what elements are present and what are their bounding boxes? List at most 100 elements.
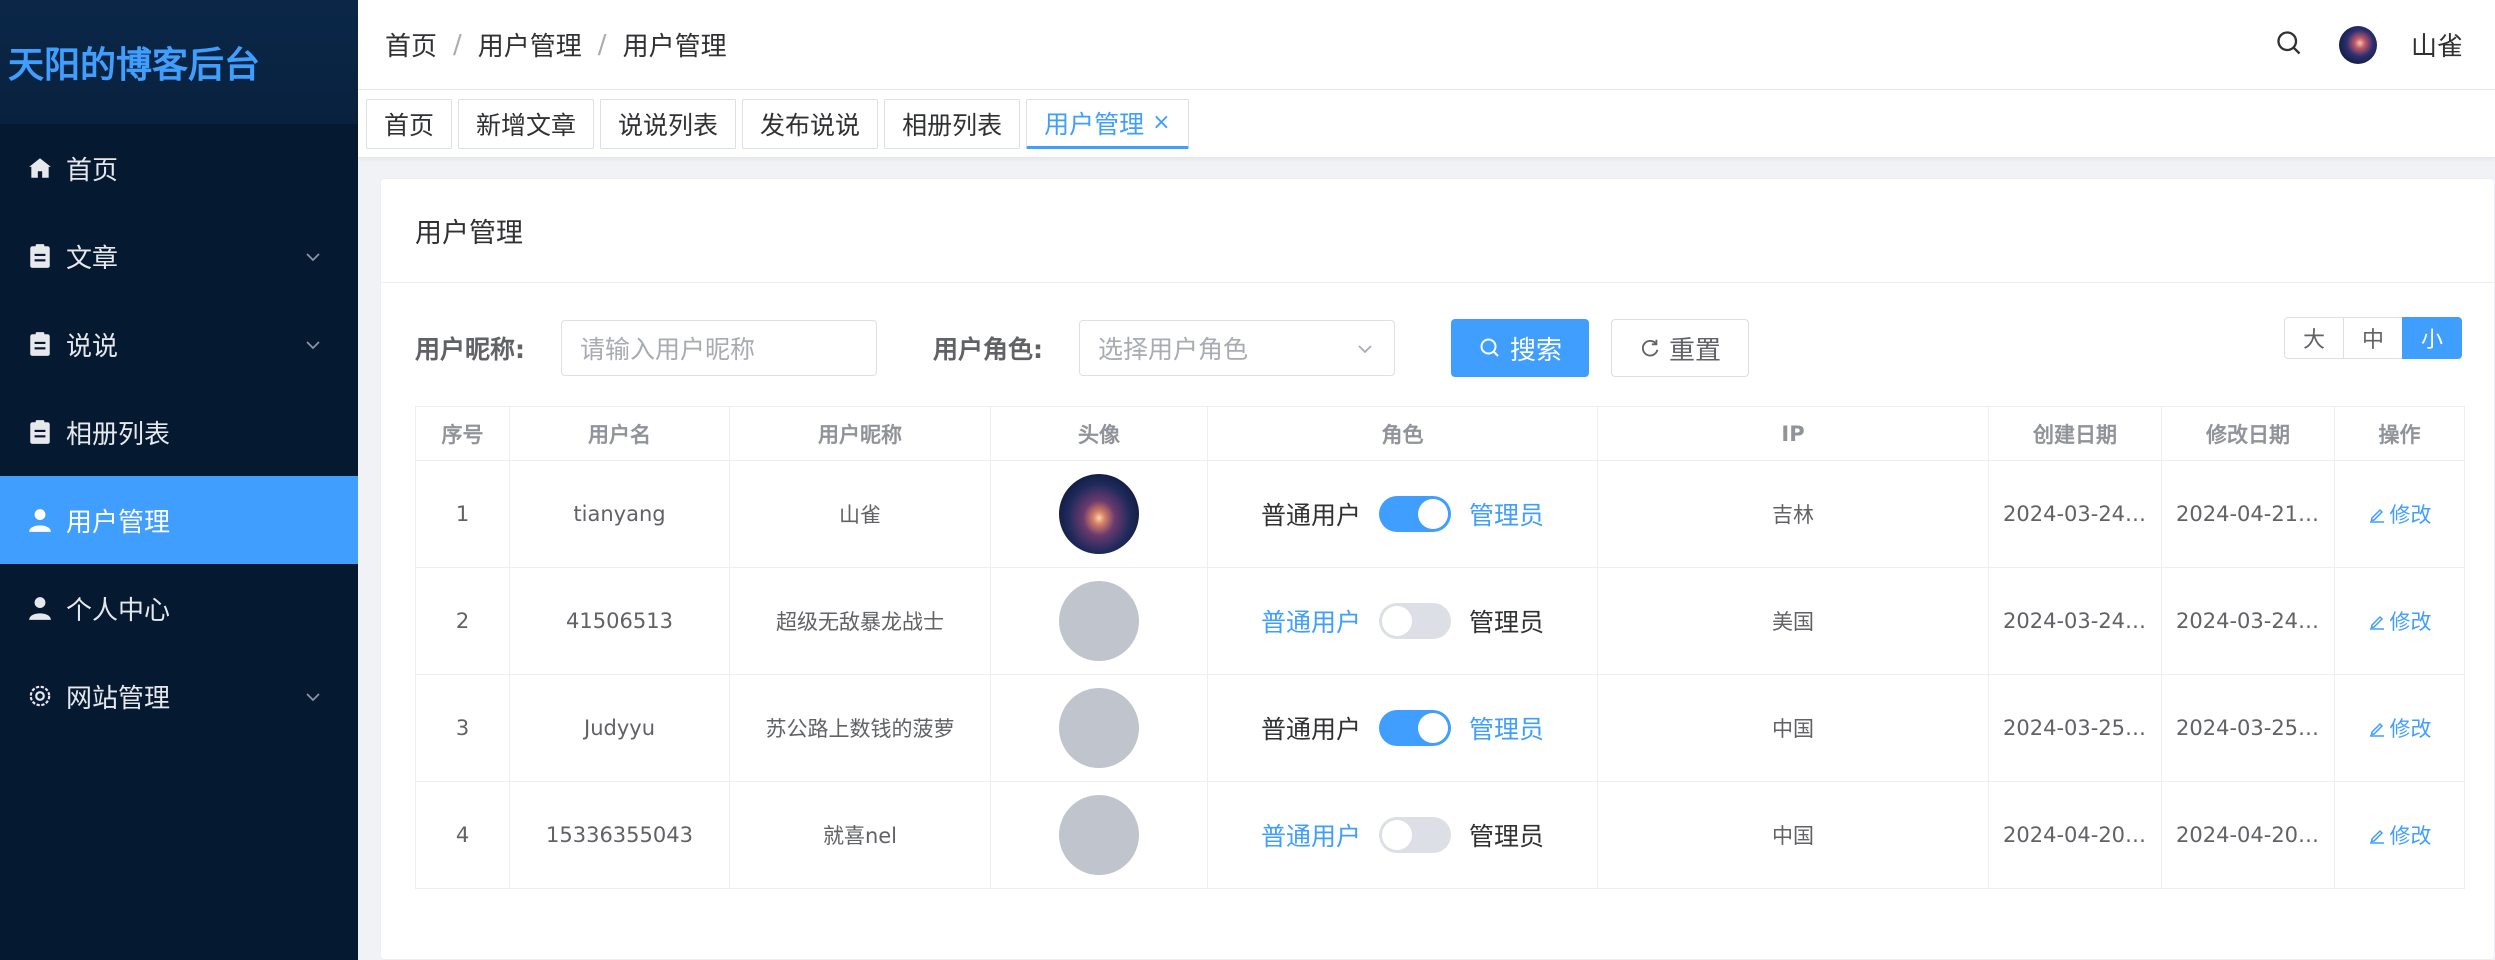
tab-user-management[interactable]: 用户管理 × — [1026, 98, 1189, 149]
sidebar-item-label: 个人中心 — [66, 595, 171, 626]
column-header: 修改日期 — [2161, 406, 2335, 461]
edit-button[interactable]: 修改 — [2368, 606, 2432, 636]
role-admin-label: 管理员 — [1469, 715, 1545, 744]
breadcrumb-item[interactable]: 用户管理 — [478, 26, 582, 63]
tab-label: 用户管理 — [1044, 109, 1145, 139]
tab-home[interactable]: 首页 — [366, 98, 453, 149]
sidebar-item-users[interactable]: 用户管理 — [0, 476, 358, 564]
username[interactable]: 山雀 — [2411, 26, 2463, 63]
sidebar-item-label: 说说 — [66, 331, 119, 362]
chevron-down-icon — [306, 253, 320, 262]
row-modified: 2024-03-25 ... — [2161, 674, 2335, 782]
breadcrumb-separator: / — [597, 29, 607, 60]
size-large-button[interactable]: 大 — [2284, 317, 2344, 359]
column-header: 用户名 — [509, 406, 730, 461]
column-header: 头像 — [990, 406, 1208, 461]
filter-bar: 用户昵称: 请输入用户昵称 用户角色: 选择用户角色 搜索 重置 — [415, 319, 1749, 377]
column-header: 创建日期 — [1988, 406, 2162, 461]
role-toggle-group: 普通用户 管理员 — [1208, 496, 1597, 532]
sidebar-item-profile[interactable]: 个人中心 — [0, 564, 358, 652]
clipboard-icon — [26, 418, 54, 446]
clipboard-icon — [26, 330, 54, 358]
edit-button[interactable]: 修改 — [2368, 820, 2432, 850]
row-ip: 中国 — [1597, 674, 1989, 782]
column-header: 序号 — [415, 406, 510, 461]
close-icon[interactable]: × — [1152, 110, 1170, 135]
sidebar-item-site[interactable]: 网站管理 — [0, 652, 358, 740]
avatar — [1059, 795, 1139, 875]
role-normal-label: 普通用户 — [1260, 501, 1361, 530]
table-size-switch: 大 中 小 — [2284, 317, 2462, 359]
row-nickname: 超级无敌暴龙战士 — [729, 567, 991, 675]
avatar — [1059, 688, 1139, 768]
edit-label: 修改 — [2389, 610, 2432, 634]
page-title: 用户管理 — [381, 179, 2494, 283]
search-button-label: 搜索 — [1509, 335, 1562, 366]
nickname-input[interactable]: 请输入用户昵称 — [561, 320, 877, 376]
tab-bar: 首页 新增文章 说说列表 发布说说 相册列表 用户管理 × — [358, 90, 2495, 158]
gear-icon — [26, 682, 54, 710]
search-button[interactable]: 搜索 — [1451, 319, 1589, 377]
edit-label: 修改 — [2389, 824, 2432, 848]
size-small-button[interactable]: 小 — [2402, 317, 2462, 359]
tab-talk-list[interactable]: 说说列表 — [600, 98, 737, 149]
brand-title: 天阳的博客后台 — [8, 45, 261, 86]
role-normal-label: 普通用户 — [1260, 715, 1361, 744]
breadcrumb-item[interactable]: 首页 — [385, 26, 437, 63]
edit-button[interactable]: 修改 — [2368, 713, 2432, 743]
role-toggle-group: 普通用户 管理员 — [1208, 710, 1597, 746]
row-nickname: 苏公路上数钱的菠萝 — [729, 674, 991, 782]
chevron-down-icon — [1358, 345, 1372, 354]
role-label: 用户角色: — [933, 335, 1043, 364]
tab-album-list[interactable]: 相册列表 — [884, 98, 1021, 149]
reset-button-label: 重置 — [1668, 335, 1721, 366]
row-index: 3 — [415, 674, 510, 782]
sidebar-item-talk[interactable]: 说说 — [0, 300, 358, 388]
row-created: 2024-03-24 ... — [1988, 567, 2162, 675]
edit-icon — [2369, 829, 2384, 844]
sidebar-item-label: 文章 — [66, 243, 119, 274]
role-switch[interactable] — [1379, 817, 1451, 853]
row-index: 1 — [415, 460, 510, 568]
avatar — [1059, 474, 1139, 554]
refresh-icon — [1641, 339, 1659, 357]
avatar — [1059, 581, 1139, 661]
column-header: IP — [1597, 406, 1989, 461]
avatar[interactable] — [2338, 25, 2377, 64]
sidebar-item-album[interactable]: 相册列表 — [0, 388, 358, 476]
row-ip: 吉林 — [1597, 460, 1989, 568]
row-modified: 2024-04-20 ... — [2161, 781, 2335, 889]
sidebar-item-label: 用户管理 — [66, 507, 171, 538]
sidebar-item-label: 网站管理 — [66, 683, 171, 714]
size-medium-button[interactable]: 中 — [2343, 317, 2403, 359]
user-table: 序号 用户名 用户昵称 头像 角色 IP 创建日期 修改日期 操作 1 tian… — [415, 406, 2465, 889]
search-icon[interactable] — [2275, 29, 2303, 61]
clipboard-icon — [26, 242, 54, 270]
row-created: 2024-04-20 ... — [1988, 781, 2162, 889]
role-switch[interactable] — [1379, 603, 1451, 639]
tab-new-article[interactable]: 新增文章 — [458, 98, 595, 149]
role-switch[interactable] — [1379, 496, 1451, 532]
row-ip: 美国 — [1597, 567, 1989, 675]
reset-button[interactable]: 重置 — [1611, 319, 1749, 377]
tab-publish-talk[interactable]: 发布说说 — [742, 98, 879, 149]
role-toggle-group: 普通用户 管理员 — [1208, 603, 1597, 639]
table-row: 1 tianyang 山雀 普通用户 管理员 吉林 2024-03-24 ...… — [415, 460, 2465, 568]
row-nickname: 山雀 — [729, 460, 991, 568]
role-select[interactable]: 选择用户角色 — [1079, 320, 1395, 376]
edit-button[interactable]: 修改 — [2368, 499, 2432, 529]
row-username: 15336355043 — [509, 781, 730, 889]
row-index: 4 — [415, 781, 510, 889]
sidebar-item-home[interactable]: 首页 — [0, 124, 358, 212]
row-ip: 中国 — [1597, 781, 1989, 889]
row-created: 2024-03-24 ... — [1988, 460, 2162, 568]
user-icon — [26, 506, 54, 534]
row-modified: 2024-04-21 ... — [2161, 460, 2335, 568]
user-management-card: 用户管理 用户昵称: 请输入用户昵称 用户角色: 选择用户角色 搜索 重置 大 … — [380, 178, 2495, 960]
table-row: 3 Judyyu 苏公路上数钱的菠萝 普通用户 管理员 中国 2024-03-2… — [415, 674, 2465, 782]
role-switch[interactable] — [1379, 710, 1451, 746]
role-normal-label: 普通用户 — [1260, 608, 1361, 637]
sidebar-item-article[interactable]: 文章 — [0, 212, 358, 300]
role-toggle-group: 普通用户 管理员 — [1208, 817, 1597, 853]
user-icon — [26, 594, 54, 622]
